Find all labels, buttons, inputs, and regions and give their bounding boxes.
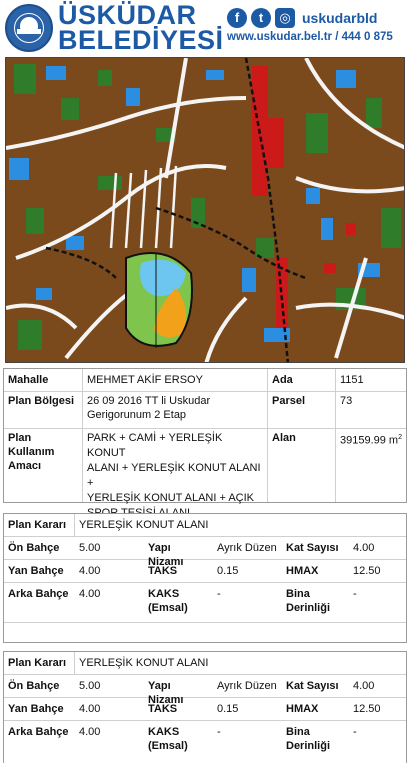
on-bahce-label: Ön Bahçe — [8, 680, 60, 692]
ada-value: 1151 — [340, 374, 364, 386]
social-links: f t ◎ uskudarbld — [227, 7, 377, 29]
plan-karari-value: YERLEŞİK KONUT ALANI — [74, 514, 374, 536]
zoning-map-image — [6, 58, 404, 362]
taks-value: 0.15 — [217, 703, 239, 715]
instagram-icon[interactable]: ◎ — [275, 8, 295, 28]
kaks-label: KAKS (Emsal) — [148, 588, 188, 614]
alan-value: 39159.99 m2 — [340, 434, 403, 447]
kat-sayisi-label: Kat Sayısı — [286, 542, 339, 554]
kaks-label: KAKS (Emsal) — [148, 726, 188, 752]
mahalle-label: Mahalle — [8, 374, 49, 386]
plan-karari-value: YERLEŞİK KONUT ALANI — [74, 652, 374, 674]
bina-derinligi-value: - — [353, 588, 357, 600]
twitter-icon[interactable]: t — [251, 8, 271, 28]
parsel-value: 73 — [340, 395, 353, 407]
table-row: Arka Bahçe 4.00 KAKS (Emsal) - Bina Derinl… — [4, 582, 406, 623]
kaks-value: - — [217, 726, 221, 738]
table-row: Plan Kararı YERLEŞİK KONUT ALANI — [4, 514, 406, 537]
bina-derinligi-value: - — [353, 726, 357, 738]
taks-label: TAKS — [148, 565, 178, 577]
yan-bahce-label: Yan Bahçe — [8, 565, 64, 577]
alan-label: Alan — [272, 432, 296, 444]
table-row: Plan Kullanım Amacı PARK + CAMİ + YERLEŞ… — [4, 428, 406, 519]
website-and-phone: www.uskudar.bel.tr / 444 0 875 — [227, 31, 393, 43]
table-row: Arka Bahçe 4.00 KAKS (Emsal) - Bina Derinl… — [4, 720, 406, 764]
taks-label: TAKS — [148, 703, 178, 715]
header: ÜSKÜDAR BELEDİYESİ f t ◎ uskudarbld www.… — [0, 0, 415, 56]
plan-decision-table: Plan Kararı YERLEŞİK KONUT ALANI Ön Bahç… — [3, 651, 407, 763]
table-row: Plan Bölgesi 26 09 2016 TT li Uskudar Ge… — [4, 391, 406, 429]
kat-sayisi-label: Kat Sayısı — [286, 680, 339, 692]
kaks-value: - — [217, 588, 221, 600]
social-handle: uskudarbld — [302, 10, 378, 26]
facebook-icon[interactable]: f — [227, 8, 247, 28]
parsel-label: Parsel — [272, 395, 306, 407]
table-row: Yan Bahçe 4.00 TAKS 0.15 HMAX 12.50 — [4, 559, 406, 583]
plan-kullanim-label: Plan Kullanım Amacı — [8, 432, 55, 472]
yapi-nizami-value: Ayrık Düzen — [217, 542, 277, 554]
arka-bahce-value: 4.00 — [79, 588, 101, 600]
yapi-nizami-label: Yapı Nizamı — [148, 542, 184, 568]
taks-value: 0.15 — [217, 565, 239, 577]
table-row: Yan Bahçe 4.00 TAKS 0.15 HMAX 12.50 — [4, 697, 406, 721]
zoning-map[interactable] — [5, 57, 405, 363]
mahalle-value: MEHMET AKİF ERSOY — [87, 374, 203, 386]
plan-bolgesi-label: Plan Bölgesi — [8, 395, 75, 407]
on-bahce-value: 5.00 — [79, 680, 101, 692]
arka-bahce-label: Arka Bahçe — [8, 726, 69, 738]
parcel-info-table: Mahalle MEHMET AKİF ERSOY Ada 1151 Plan … — [3, 368, 407, 519]
yapi-nizami-label: Yapı Nizamı — [148, 680, 184, 706]
arka-bahce-value: 4.00 — [79, 726, 101, 738]
plan-karari-label: Plan Kararı — [8, 519, 67, 531]
hmax-value: 12.50 — [353, 703, 381, 715]
yapi-nizami-value: Ayrık Düzen — [217, 680, 277, 692]
table-row: Ön Bahçe 5.00 Yapı Nizamı Ayrık Düzen Ka… — [4, 536, 406, 568]
yan-bahce-value: 4.00 — [79, 565, 101, 577]
bina-derinligi-label: Bina Derinliği — [286, 726, 331, 752]
plan-bolgesi-value: 26 09 2016 TT li Uskudar Gerigorunum 2 E… — [87, 395, 211, 421]
table-row: Mahalle MEHMET AKİF ERSOY Ada 1151 — [4, 369, 406, 392]
yan-bahce-value: 4.00 — [79, 703, 101, 715]
table-row: Plan Kararı YERLEŞİK KONUT ALANI — [4, 652, 406, 675]
municipality-seal-logo — [5, 4, 53, 52]
kat-sayisi-value: 4.00 — [353, 680, 375, 692]
arka-bahce-label: Arka Bahçe — [8, 588, 69, 600]
plan-karari-label: Plan Kararı — [8, 657, 67, 669]
plan-decision-table: Plan Kararı YERLEŞİK KONUT ALANI Ön Bahç… — [3, 513, 407, 643]
plan-kullanim-value: PARK + CAMİ + YERLEŞİK KONUT ALANI + YER… — [87, 432, 261, 519]
table-row: Ön Bahçe 5.00 Yapı Nizamı Ayrık Düzen Ka… — [4, 674, 406, 706]
yan-bahce-label: Yan Bahçe — [8, 703, 64, 715]
hmax-label: HMAX — [286, 703, 319, 715]
kat-sayisi-value: 4.00 — [353, 542, 375, 554]
hmax-value: 12.50 — [353, 565, 381, 577]
on-bahce-label: Ön Bahçe — [8, 542, 60, 554]
ada-label: Ada — [272, 374, 293, 386]
brand-name-line2: BELEDİYESİ — [58, 25, 224, 55]
hmax-label: HMAX — [286, 565, 319, 577]
on-bahce-value: 5.00 — [79, 542, 101, 554]
bina-derinligi-label: Bina Derinliği — [286, 588, 331, 614]
